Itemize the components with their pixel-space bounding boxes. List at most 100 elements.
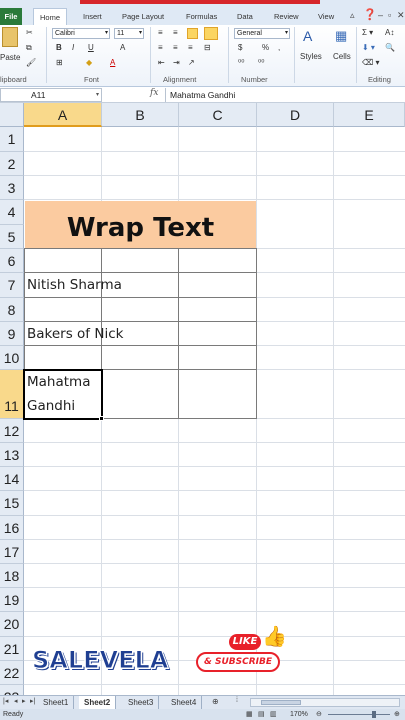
tab-view[interactable]: View <box>318 8 334 25</box>
underline-button[interactable]: U <box>88 43 94 52</box>
font-name-combo[interactable]: Calibri ▾ <box>52 28 110 39</box>
cut-icon[interactable]: ✂ <box>26 28 33 37</box>
sheet-tab-sheet3[interactable]: Sheet3 <box>123 696 160 709</box>
row-header-11[interactable]: 11 <box>0 370 24 419</box>
row-header-23[interactable]: 23 <box>0 685 24 695</box>
prev-sheet-icon[interactable]: ◂ <box>14 697 18 705</box>
horizontal-scrollbar[interactable] <box>250 698 400 707</box>
tab-data[interactable]: Data <box>237 8 253 25</box>
row-header-7[interactable]: 7 <box>0 273 24 298</box>
insert-function-icon[interactable]: fx <box>150 88 158 98</box>
comma-style-icon[interactable]: , <box>278 43 280 52</box>
tab-file[interactable]: File <box>0 8 22 25</box>
row-header-10[interactable]: 10 <box>0 346 24 370</box>
column-header-c[interactable]: C <box>179 103 257 127</box>
cell-a7[interactable]: Nitish Sharma <box>24 273 122 297</box>
align-right-icon[interactable]: ≡ <box>188 43 193 52</box>
fill-icon[interactable]: ⬇ ▾ <box>362 43 375 52</box>
column-header-a[interactable]: A <box>24 103 102 127</box>
orientation-icon[interactable]: ↗ <box>188 58 195 67</box>
row-header-1[interactable]: 1 <box>0 127 24 152</box>
formula-input[interactable]: Mahatma Gandhi <box>165 88 405 102</box>
minimize-ribbon-icon[interactable]: ▵ <box>350 10 355 21</box>
decrease-indent-icon[interactable]: ⇤ <box>158 58 165 67</box>
select-all-corner[interactable] <box>0 103 24 127</box>
cells-icon[interactable]: ▦ <box>335 28 347 44</box>
row-header-20[interactable]: 20 <box>0 612 24 637</box>
align-center-icon[interactable]: ≡ <box>173 43 178 52</box>
font-size-combo[interactable]: 11 ▾ <box>114 28 144 39</box>
column-header-d[interactable]: D <box>257 103 334 127</box>
paste-button[interactable]: Paste <box>0 53 20 62</box>
font-color-icon[interactable]: A <box>110 58 115 67</box>
tab-review[interactable]: Review <box>274 8 299 25</box>
row-header-9[interactable]: 9 <box>0 322 24 346</box>
paste-icon[interactable] <box>2 27 18 47</box>
scrollbar-thumb[interactable] <box>261 700 301 705</box>
tab-page-layout[interactable]: Page Layout <box>122 8 164 25</box>
styles-button[interactable]: Styles <box>300 52 322 61</box>
fill-color-icon[interactable]: ◆ <box>86 58 92 67</box>
sheet-tab-sheet2[interactable]: Sheet2 <box>79 696 117 709</box>
sheet-tab-sheet1[interactable]: Sheet1 <box>38 696 75 709</box>
borders-icon[interactable]: ⊞ <box>56 58 63 67</box>
cell-a9[interactable]: Bakers of Nick <box>24 322 123 346</box>
find-select-icon[interactable]: 🔍 <box>385 43 395 52</box>
row-header-3[interactable]: 3 <box>0 176 24 200</box>
copy-icon[interactable]: ⧉ <box>26 43 32 53</box>
row-header-21[interactable]: 21 <box>0 637 24 661</box>
decrease-decimal-icon[interactable]: ⁰⁰ <box>258 58 264 67</box>
wrap-text-icon[interactable] <box>204 27 218 40</box>
increase-indent-icon[interactable]: ⇥ <box>173 58 180 67</box>
row-header-6[interactable]: 6 <box>0 249 24 273</box>
row-header-16[interactable]: 16 <box>0 516 24 540</box>
minimize-icon[interactable]: – <box>378 10 383 20</box>
row-header-8[interactable]: 8 <box>0 298 24 322</box>
autosum-icon[interactable]: Σ ▾ <box>362 28 373 37</box>
page-break-view-icon[interactable]: ▥ <box>270 709 277 720</box>
row-header-19[interactable]: 19 <box>0 588 24 612</box>
help-icon[interactable]: ❓ <box>363 8 377 21</box>
zoom-in-icon[interactable]: ⊕ <box>394 709 400 720</box>
styles-icon[interactable]: A <box>303 28 312 44</box>
clear-icon[interactable]: ⌫ ▾ <box>362 58 380 67</box>
worksheet-grid[interactable]: A B C D E 1 2 3 4 5 6 7 8 9 10 11 12 13 … <box>0 103 405 695</box>
row-header-12[interactable]: 12 <box>0 419 24 443</box>
last-sheet-icon[interactable]: ▸| <box>30 697 35 705</box>
first-sheet-icon[interactable]: |◂ <box>3 697 8 705</box>
fill-handle[interactable] <box>99 416 104 421</box>
italic-button[interactable]: I <box>72 43 74 52</box>
zoom-out-icon[interactable]: ⊖ <box>316 709 322 720</box>
tab-home[interactable]: Home <box>33 8 68 26</box>
sort-filter-icon[interactable]: A↕ <box>385 28 394 37</box>
row-header-4[interactable]: 4 <box>0 200 24 225</box>
zoom-slider-thumb[interactable] <box>372 711 376 718</box>
insert-sheet-icon[interactable]: ⊕ <box>212 697 219 706</box>
restore-icon[interactable]: ▫ <box>388 10 391 20</box>
row-header-5[interactable]: 5 <box>0 225 24 249</box>
zoom-level[interactable]: 170% <box>290 709 308 720</box>
percent-button[interactable]: % <box>262 43 269 52</box>
bold-button[interactable]: B <box>56 43 62 52</box>
column-header-b[interactable]: B <box>102 103 179 127</box>
format-painter-icon[interactable]: 🖌 <box>26 58 36 67</box>
align-middle-icon[interactable]: ≡ <box>173 28 178 37</box>
tab-formulas[interactable]: Formulas <box>186 8 217 25</box>
grow-font-button[interactable]: A <box>120 43 125 52</box>
align-bottom-icon[interactable] <box>187 28 198 39</box>
normal-view-icon[interactable]: ▦ <box>246 709 253 720</box>
name-box[interactable]: A11 ▾ <box>0 88 102 102</box>
row-header-2[interactable]: 2 <box>0 152 24 176</box>
row-header-18[interactable]: 18 <box>0 564 24 588</box>
number-format-combo[interactable]: General ▾ <box>234 28 290 39</box>
column-header-e[interactable]: E <box>334 103 405 127</box>
tab-split-handle-icon[interactable]: ⁞ <box>236 697 238 704</box>
merged-title-cell[interactable]: Wrap Text <box>25 201 256 249</box>
sheet-tab-sheet4[interactable]: Sheet4 <box>166 696 203 709</box>
zoom-slider[interactable] <box>328 714 390 715</box>
close-icon[interactable]: ✕ <box>397 10 405 21</box>
merge-center-icon[interactable]: ⊟ <box>204 43 211 52</box>
row-header-22[interactable]: 22 <box>0 661 24 685</box>
tab-insert[interactable]: Insert <box>83 8 102 25</box>
row-header-15[interactable]: 15 <box>0 491 24 516</box>
